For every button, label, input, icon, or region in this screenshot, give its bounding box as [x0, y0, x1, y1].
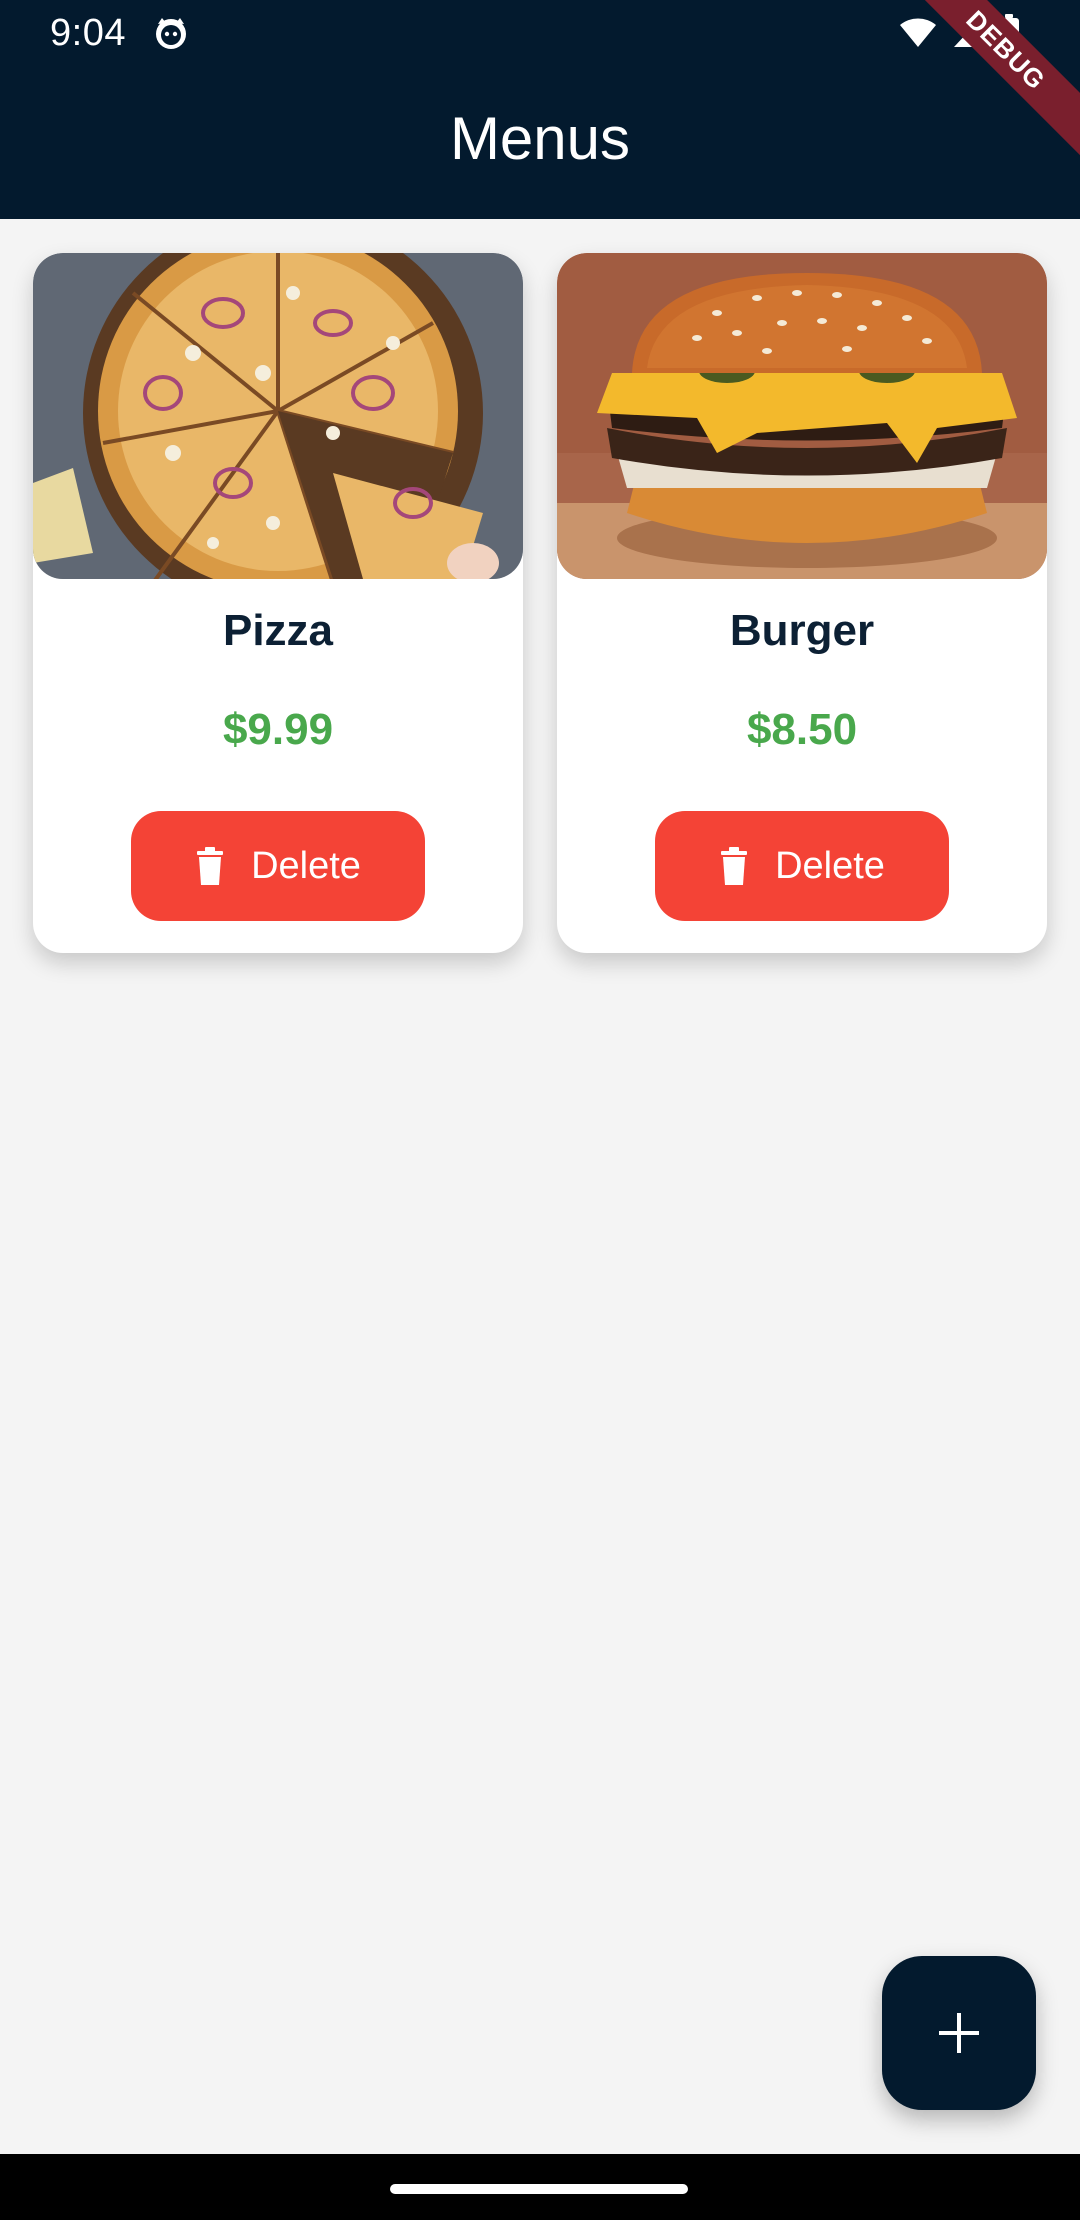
menu-item-name: Pizza	[222, 606, 334, 655]
burger-image	[557, 253, 1047, 579]
cat-app-icon	[156, 18, 186, 49]
menu-card[interactable]: Burger $8.50 Delete	[557, 253, 1047, 953]
add-menu-button[interactable]	[882, 1956, 1036, 2110]
home-gesture-handle[interactable]	[390, 2184, 688, 2194]
delete-label: Delete	[775, 844, 885, 887]
menu-grid: Pizza $9.99 Delete Burger $8.50 Delete	[33, 253, 1047, 953]
pizza-image	[33, 253, 523, 579]
delete-label: Delete	[251, 844, 361, 887]
menus-screen: 9:04 Menus DEBUG Pizza $9.99 Delete Burg…	[0, 0, 1080, 2220]
system-nav-bar	[0, 2154, 1080, 2220]
plus-icon	[939, 2013, 979, 2053]
menu-item-price: $9.99	[222, 705, 334, 754]
debug-label: DEBUG	[920, 0, 1080, 158]
delete-button[interactable]: Delete	[131, 811, 425, 921]
status-bar: 9:04	[0, 0, 1080, 66]
menu-item-price: $8.50	[746, 705, 858, 754]
status-time: 9:04	[50, 12, 126, 54]
app-bar: 9:04 Menus DEBUG	[0, 0, 1080, 219]
delete-button[interactable]: Delete	[655, 811, 949, 921]
menu-card[interactable]: Pizza $9.99 Delete	[33, 253, 523, 953]
menu-item-name: Burger	[729, 606, 875, 655]
debug-banner: DEBUG	[920, 0, 1080, 160]
trash-icon	[197, 847, 224, 885]
trash-icon	[721, 847, 748, 885]
page-title: Menus	[449, 105, 631, 172]
